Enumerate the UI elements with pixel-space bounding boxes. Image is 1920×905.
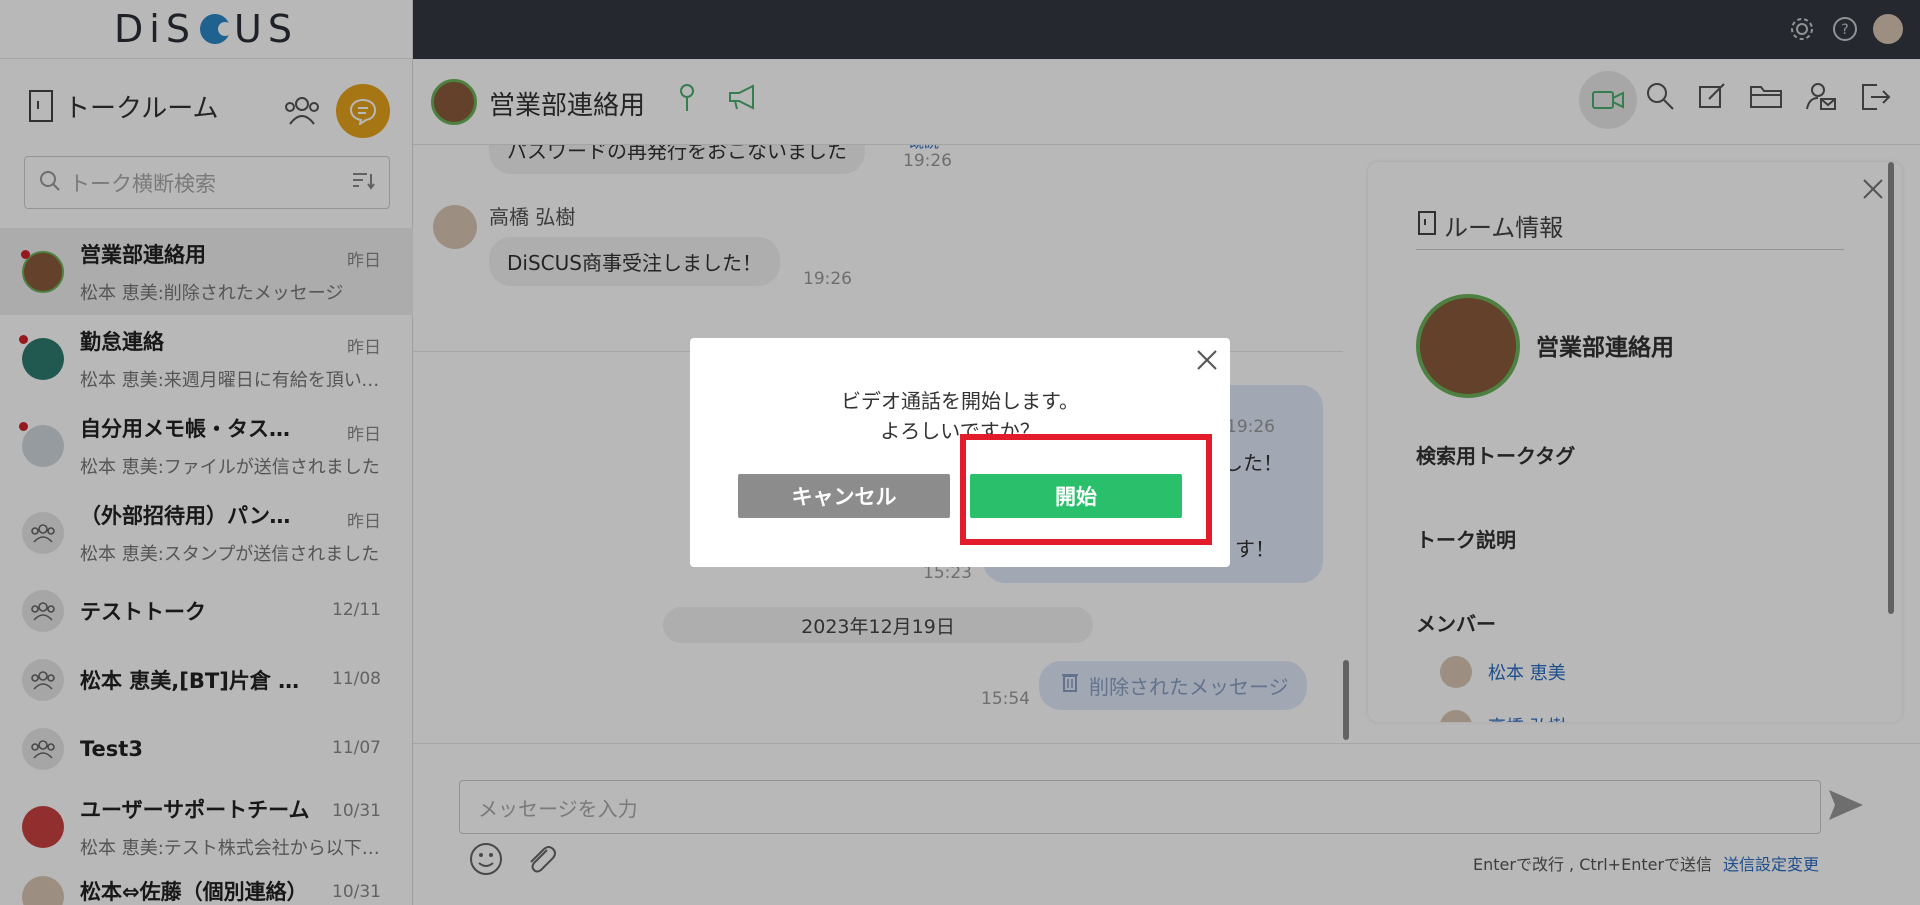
cancel-button[interactable]: キャンセル (738, 474, 950, 518)
highlight-box (960, 434, 1212, 545)
dialog-line-1: ビデオ通話を開始します。 (841, 389, 1079, 413)
close-icon[interactable] (1196, 348, 1218, 378)
